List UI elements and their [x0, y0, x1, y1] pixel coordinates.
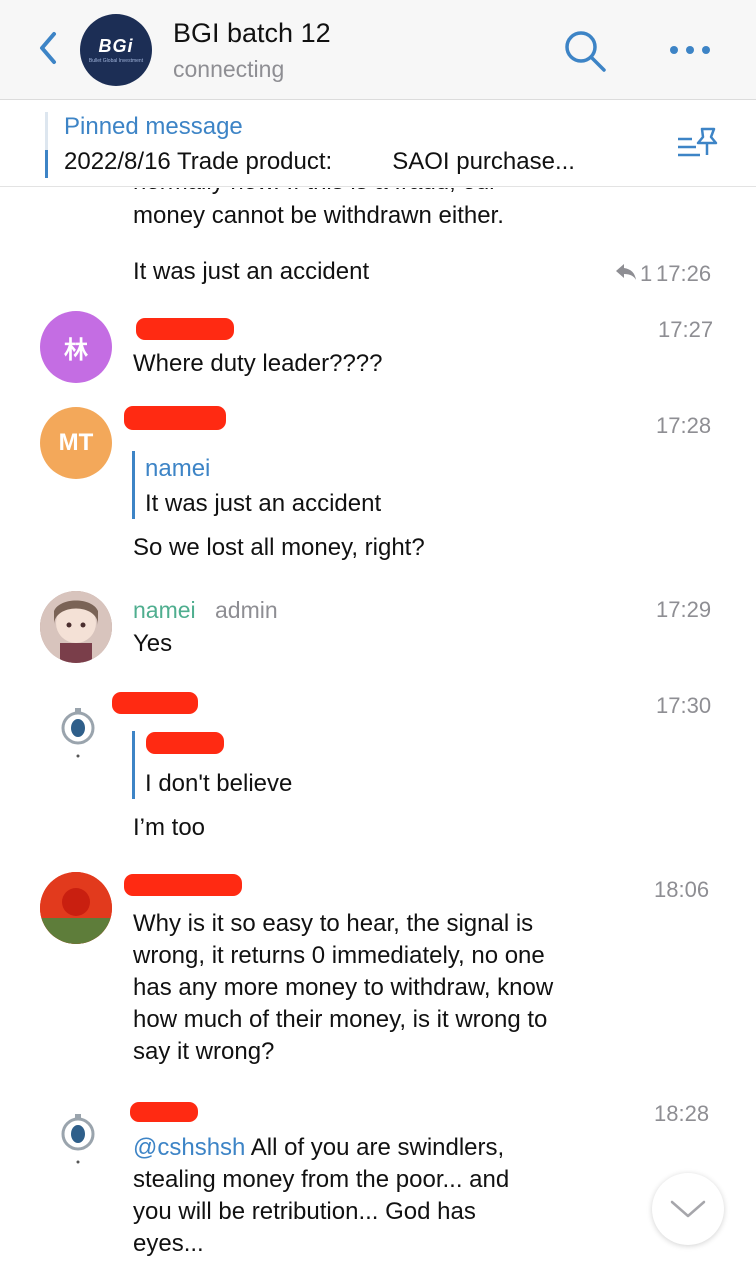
message-text: has any more money to withdraw, know: [133, 974, 554, 1001]
pinned-list-button[interactable]: [676, 125, 720, 161]
redacted-sender-name: [130, 1102, 198, 1122]
message-text: It was just an accident: [133, 258, 370, 285]
reply-arrow-icon: [616, 264, 636, 280]
redacted-sender-name: [112, 692, 198, 714]
chevron-down-icon: [670, 1200, 706, 1218]
sender-role: admin: [215, 597, 278, 623]
message-text: Where duty leader????: [133, 350, 383, 377]
message-text: you will be retribution... God has: [133, 1198, 476, 1225]
ring-avatar-icon: [61, 708, 95, 758]
avatar[interactable]: [40, 591, 112, 663]
message-time: 17:26: [656, 261, 712, 286]
message-text: @cshshsh All of you are swindlers,: [133, 1132, 504, 1164]
back-button[interactable]: [34, 28, 64, 68]
group-logo-tagline: Bullet Global Investment: [88, 58, 144, 64]
redacted-sender-name: [124, 874, 242, 896]
more-options-button[interactable]: [668, 40, 712, 60]
pinned-list-icon: [678, 127, 718, 157]
message-list[interactable]: normally now. If this is a fraud, our mo…: [0, 188, 756, 1276]
message-text: stealing money from the poor... and: [133, 1166, 510, 1193]
redacted-sender-name: [124, 406, 226, 430]
message-text-rest: All of you are swindlers,: [245, 1134, 505, 1161]
message-text: how much of their money, is it wrong to: [133, 1006, 548, 1033]
reply-quote-bar: [132, 451, 135, 519]
redacted-reply-sender: [146, 732, 224, 754]
search-icon: [565, 31, 606, 72]
message-text: eyes...: [133, 1230, 204, 1257]
avatar[interactable]: [40, 872, 112, 944]
group-logo: BGi: [98, 36, 134, 56]
reply-count[interactable]: 1: [640, 261, 652, 287]
message-text: money cannot be withdrawn either.: [133, 202, 504, 229]
group-avatar[interactable]: BGi Bullet Global Investment: [80, 14, 152, 86]
flower-avatar-icon: [40, 872, 112, 944]
scroll-to-bottom-button[interactable]: [652, 1173, 724, 1245]
chat-title[interactable]: BGI batch 12: [173, 18, 331, 49]
back-chevron-icon: [40, 32, 56, 64]
message-text: Why is it so easy to hear, the signal is: [133, 910, 534, 937]
reply-sender[interactable]: namei: [145, 455, 210, 483]
avatar[interactable]: [56, 702, 100, 762]
message-time: 17:28: [656, 413, 712, 438]
avatar[interactable]: [56, 1108, 100, 1168]
chat-header: BGi Bullet Global Investment BGI batch 1…: [0, 0, 756, 100]
reply-quote-bar: [132, 731, 135, 799]
message-text: So we lost all money, right?: [133, 534, 425, 561]
sender-name[interactable]: namei: [133, 597, 196, 624]
search-button[interactable]: [562, 28, 608, 74]
pinned-indicator: [45, 150, 48, 178]
redacted-sender-name: [136, 318, 234, 340]
ring-avatar-icon: [61, 1114, 95, 1164]
pinned-preview: 2022/8/16 Trade product: SAOI purchase..…: [64, 148, 575, 175]
message-time: 18:28: [654, 1101, 710, 1126]
message-time: 17:30: [656, 693, 712, 718]
message-text: normally now. If this is a fraud, our: [133, 188, 497, 198]
pinned-title: Pinned message: [64, 113, 243, 140]
message-text: wrong, it returns 0 immediately, no one: [133, 942, 545, 969]
message-text: I’m too: [133, 814, 206, 841]
connection-status: connecting: [173, 56, 285, 82]
avatar[interactable]: 林: [40, 311, 112, 383]
reply-text: I don't believe: [145, 770, 293, 797]
message-time: 17:27: [658, 317, 714, 342]
avatar[interactable]: MT: [40, 407, 112, 479]
more-dots-icon: [670, 46, 710, 54]
message-time: 17:29: [656, 597, 712, 622]
message-time: 18:06: [654, 877, 710, 902]
reply-text: It was just an accident: [145, 490, 382, 517]
anime-girl-avatar-icon: [40, 591, 112, 663]
mention-link[interactable]: @cshshsh: [133, 1134, 245, 1161]
message-text: Yes: [133, 630, 173, 657]
message-text: say it wrong?: [133, 1038, 275, 1065]
